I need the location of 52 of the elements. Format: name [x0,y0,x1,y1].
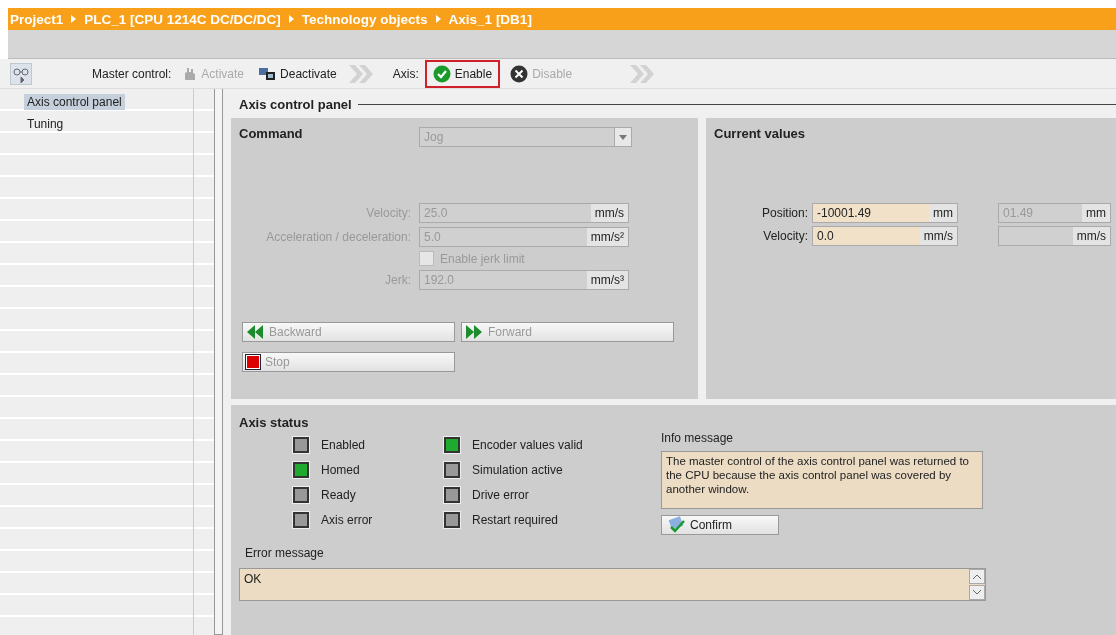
splitter-bar[interactable] [214,89,223,635]
value-field: 0.0 mm/s [812,226,958,246]
info-message-label: Info message [661,431,735,445]
scroll-down-icon[interactable] [969,585,985,600]
confirm-button[interactable]: Confirm [661,515,779,536]
view-icon[interactable] [10,62,32,85]
forward-button[interactable]: Forward [461,322,674,342]
sidebar-item[interactable]: Axis control panel [24,94,125,110]
value-field: -10001.49 mm [812,203,958,223]
error-message-field: OK [239,568,986,601]
caret-icon [288,15,294,23]
chevron-icon [346,62,375,85]
scroll-up-icon[interactable] [969,569,985,584]
status-label: Restart required [472,512,559,527]
axis-label: Axis: [392,66,419,81]
status-label: Simulation active [472,462,563,477]
value-field: mm/s [998,226,1111,246]
breadcrumb-item[interactable]: Technology objects [301,11,428,27]
sidebar-item[interactable]: Tuning [24,116,67,132]
dropdown-arrow-icon [619,134,627,140]
section-title: Axis control panel [239,97,352,112]
field-label: Position: [760,206,808,220]
status-label: Ready [321,487,356,502]
panel-title: Current values [714,126,806,141]
status-label: Axis error [321,512,373,527]
field-label: Velocity: [762,229,808,243]
breadcrumb-item[interactable]: Project1 [10,11,64,27]
deactivate-button[interactable]: Deactivate [254,63,341,84]
status-label: Homed [321,462,360,477]
status-label: Encoder values valid [472,437,583,452]
stop-button[interactable]: Stop [242,352,455,372]
rewind-icon [245,324,265,340]
panel-title: Command [239,126,303,141]
status-label: Drive error [472,487,529,502]
caret-icon [435,15,441,23]
status-label: Enabled [321,437,366,452]
close-icon [510,64,529,83]
breadcrumb-item[interactable]: Axis_1 [DB1] [448,11,532,27]
error-message-label: Error message [245,546,325,560]
master-control-label: Master control: [92,66,172,81]
confirm-icon [668,516,686,535]
enable-button[interactable]: Enable [424,59,501,88]
panel-title: Axis status [239,415,309,430]
backward-button[interactable]: Backward [242,322,455,342]
check-icon [432,64,451,83]
info-message-text: The master control of the axis control panel was returned to the CPU because the axis control panel was covered by another window. [661,451,983,510]
caret-icon [71,15,77,23]
computer-icon [258,65,277,82]
breadcrumb-item[interactable]: PLC_1 [CPU 1214C DC/DC/DC] [84,11,281,27]
chevron-icon [628,62,657,85]
fast-forward-icon [464,324,484,340]
stop-icon [245,354,261,370]
